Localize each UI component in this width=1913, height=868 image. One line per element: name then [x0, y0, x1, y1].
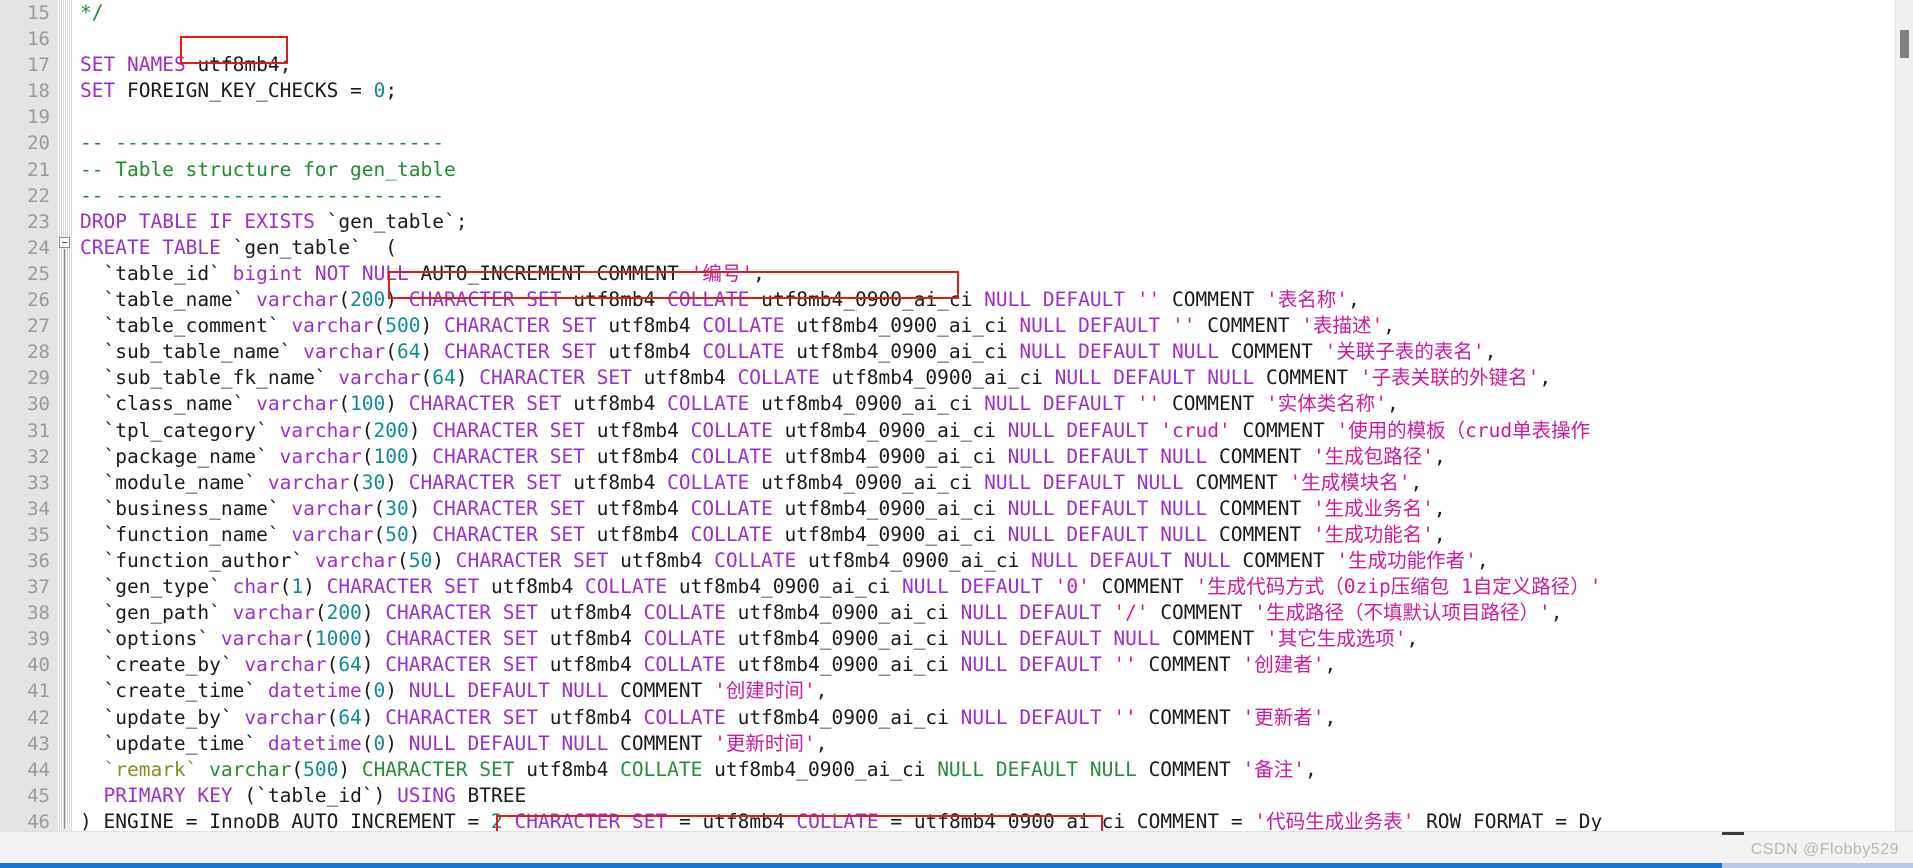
code-line-26[interactable]: `table_name` varchar(200) CHARACTER SET … [80, 287, 1895, 313]
code-line-18[interactable]: SET FOREIGN_KEY_CHECKS = 0; [80, 78, 1895, 104]
line-number-40: 40 [27, 654, 50, 677]
code-line-30[interactable]: `class_name` varchar(100) CHARACTER SET … [80, 391, 1895, 417]
line-number-21: 21 [27, 158, 50, 181]
code-fold-column[interactable] [58, 0, 72, 868]
code-line-40[interactable]: `create_by` varchar(64) CHARACTER SET ut… [80, 652, 1895, 678]
line-number-23: 23 [27, 210, 50, 233]
code-line-37[interactable]: `gen_type` char(1) CHARACTER SET utf8mb4… [80, 574, 1895, 600]
code-line-44[interactable]: `remark` varchar(500) CHARACTER SET utf8… [80, 757, 1895, 783]
line-number-19: 19 [27, 106, 50, 129]
code-line-15[interactable]: */ [80, 0, 1895, 26]
code-line-36[interactable]: `function_author` varchar(50) CHARACTER … [80, 548, 1895, 574]
line-number-32: 32 [27, 445, 50, 468]
code-line-39[interactable]: `options` varchar(1000) CHARACTER SET ut… [80, 626, 1895, 652]
code-viewport[interactable]: */ SET NAMES utf8mb4; SET FOREIGN_KEY_CHEC… [72, 0, 1895, 868]
bottom-caret-tick [1722, 832, 1744, 835]
line-number-25: 25 [27, 262, 50, 285]
line-number-31: 31 [27, 419, 50, 442]
horizontal-scrollbar-thumb[interactable] [0, 863, 1722, 868]
line-number-36: 36 [27, 549, 50, 572]
line-number-24: 24 [27, 236, 50, 259]
line-number-43: 43 [27, 732, 50, 755]
line-number-29: 29 [27, 367, 50, 390]
code-line-23[interactable]: DROP TABLE IF EXISTS `gen_table`; [80, 209, 1895, 235]
code-line-28[interactable]: `sub_table_name` varchar(64) CHARACTER S… [80, 339, 1895, 365]
line-number-41: 41 [27, 680, 50, 703]
code-line-25[interactable]: `table_id` bigint NOT NULL AUTO_INCREMEN… [80, 261, 1895, 287]
line-number-45: 45 [27, 784, 50, 807]
line-number-37: 37 [27, 576, 50, 599]
line-number-26: 26 [27, 289, 50, 312]
line-number-38: 38 [27, 602, 50, 625]
code-line-41[interactable]: `create_time` datetime(0) NULL DEFAULT N… [80, 678, 1895, 704]
line-number-30: 30 [27, 393, 50, 416]
code-line-33[interactable]: `module_name` varchar(30) CHARACTER SET … [80, 470, 1895, 496]
code-line-34[interactable]: `business_name` varchar(30) CHARACTER SE… [80, 496, 1895, 522]
line-number-17: 17 [27, 54, 50, 77]
line-number-34: 34 [27, 497, 50, 520]
code-line-20[interactable]: -- ---------------------------- [80, 130, 1895, 156]
line-number-28: 28 [27, 341, 50, 364]
code-line-43[interactable]: `update_time` datetime(0) NULL DEFAULT N… [80, 731, 1895, 757]
line-number-20: 20 [27, 132, 50, 155]
code-line-45[interactable]: PRIMARY KEY (`table_id`) USING BTREE [80, 783, 1895, 809]
code-line-19[interactable] [80, 104, 1895, 130]
code-line-31[interactable]: `tpl_category` varchar(200) CHARACTER SE… [80, 418, 1895, 444]
code-line-35[interactable]: `function_name` varchar(50) CHARACTER SE… [80, 522, 1895, 548]
code-line-24[interactable]: CREATE TABLE `gen_table` ( [80, 235, 1895, 261]
code-line-21[interactable]: -- Table structure for gen_table [80, 157, 1895, 183]
code-line-38[interactable]: `gen_path` varchar(200) CHARACTER SET ut… [80, 600, 1895, 626]
fold-guide-line [64, 249, 65, 829]
code-line-17[interactable]: SET NAMES utf8mb4; [80, 52, 1895, 78]
code-line-22[interactable]: -- ---------------------------- [80, 183, 1895, 209]
line-number-42: 42 [27, 706, 50, 729]
line-number-44: 44 [27, 758, 50, 781]
line-number-35: 35 [27, 523, 50, 546]
code-content[interactable]: */ SET NAMES utf8mb4; SET FOREIGN_KEY_CHEC… [72, 0, 1895, 835]
vertical-scrollbar-thumb[interactable] [1900, 30, 1909, 58]
line-number-16: 16 [27, 28, 50, 51]
code-line-42[interactable]: `update_by` varchar(64) CHARACTER SET ut… [80, 705, 1895, 731]
sql-editor-window: 15 16 17 18 19 20 21 22 23 24 25 26 27 28 29 30 31 32 33 34… [0, 0, 1913, 868]
horizontal-scrollbar-remainder[interactable] [1722, 863, 1913, 868]
code-line-29[interactable]: `sub_table_fk_name` varchar(64) CHARACTE… [80, 365, 1895, 391]
line-number-18: 18 [27, 80, 50, 103]
line-number-33: 33 [27, 471, 50, 494]
line-number-39: 39 [27, 628, 50, 651]
line-number-gutter: 15 16 17 18 19 20 21 22 23 24 25 26 27 28 29 30 31 32 33 34… [0, 0, 58, 868]
line-number-15: 15 [27, 2, 50, 24]
code-line-32[interactable]: `package_name` varchar(100) CHARACTER SE… [80, 444, 1895, 470]
code-line-16[interactable] [80, 26, 1895, 52]
line-number-22: 22 [27, 184, 50, 207]
csdn-watermark: CSDN @Flobby529 [1750, 841, 1899, 858]
code-line-27[interactable]: `table_comment` varchar(500) CHARACTER S… [80, 313, 1895, 339]
vertical-scrollbar[interactable] [1895, 0, 1913, 868]
fold-marker-line-24[interactable] [59, 237, 70, 248]
line-number-27: 27 [27, 315, 50, 338]
